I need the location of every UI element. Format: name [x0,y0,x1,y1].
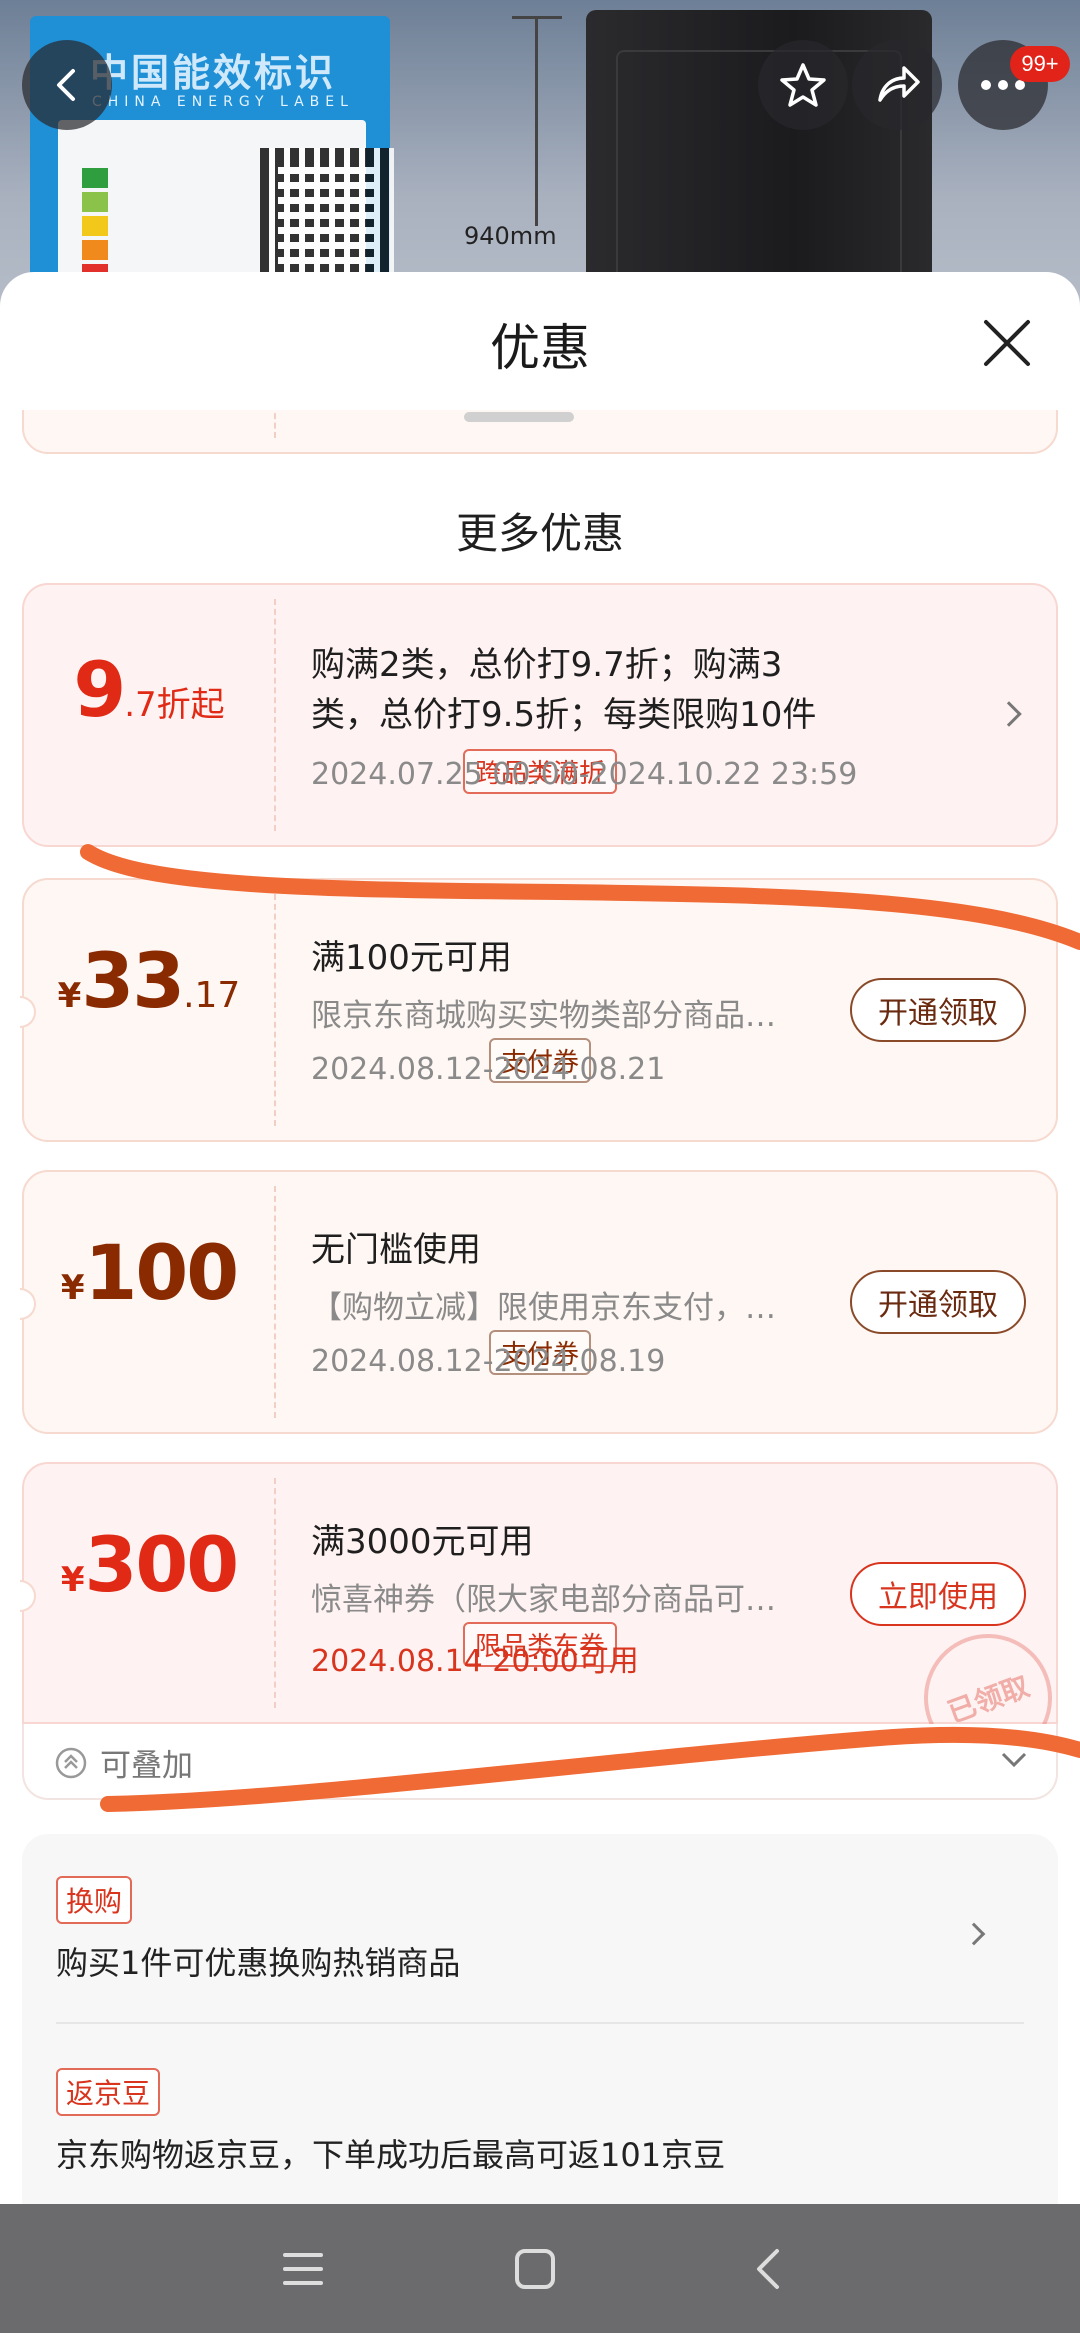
discount-card[interactable]: 9.7折起 跨品类满折 购满2类，总价打9.7折；购满3 类，总价打9.5折；每… [22,583,1058,847]
menu-nav-button[interactable] [268,2234,338,2304]
coupon-title: 无门槛使用 [311,1230,481,1270]
discount-value: 9 [73,645,126,734]
coupon-available-time: 2024.08.14 20:00可用 [311,1644,639,1679]
claim-button[interactable]: 开通领取 [850,1270,1026,1334]
card-divider [274,410,276,438]
coupon-desc: 惊喜神券（限大家电部分商品可… [311,1582,776,1618]
star-icon [780,63,826,107]
back-chevron-icon [757,2249,779,2289]
partial-button [464,412,574,422]
currency-symbol: ¥ [60,1268,85,1308]
card-divider [274,1478,276,1708]
menu-icon [283,2253,323,2285]
coupon-title: 满3000元可用 [311,1522,534,1562]
energy-label-title: 中国能效标识 [90,51,337,95]
trade-up-tag: 换购 [56,1876,133,1924]
energy-grade-bars [82,168,108,288]
chevron-down-icon [1001,1752,1027,1768]
coupon-desc: 【购物立减】限使用京东支付，… [311,1290,776,1326]
coupon-card-partial [22,410,1058,454]
trade-up-text[interactable]: 购买1件可优惠换购热销商品 [56,1938,460,1984]
close-icon[interactable] [978,314,1036,372]
coupon-card: ¥33.17 支付券 满100元可用 限京东商城购买实物类部分商品… 2024.… [20,878,1058,1142]
dimension-label: 940mm [464,222,557,250]
currency-symbol: ¥ [60,1560,85,1600]
coupon-amount: ¥100 [24,1228,274,1317]
coupon-value: 100 [84,1228,240,1317]
coupon-amount: ¥33.17 [24,936,274,1025]
coupon-amount: ¥300 [24,1520,274,1609]
card-divider [274,894,276,1126]
more-promotions-title: 更多优惠 [455,509,624,558]
stackable-label: 可叠加 [100,1748,193,1784]
coupon-desc: 限京东商城购买实物类部分商品… [311,998,776,1034]
card-divider [274,599,276,831]
coupon-title: 满100元可用 [311,938,512,978]
claim-button[interactable]: 开通领取 [850,978,1026,1042]
back-button[interactable] [22,40,112,130]
beans-tag: 返京豆 [56,2068,161,2116]
discount-amount: 9.7折起 [24,645,274,734]
promotions-list[interactable]: 更多优惠 9.7折起 跨品类满折 购满2类，总价打9.7折；购满3 类，总价打9… [0,410,1080,2204]
discount-suffix: .7折起 [124,685,225,725]
notification-badge: 99+ [1010,46,1070,82]
qr-code [260,148,394,282]
sheet-title: 优惠 [490,319,590,377]
stack-icon [55,1747,87,1779]
system-nav-bar [0,2204,1080,2333]
share-button[interactable] [852,40,942,130]
currency-symbol: ¥ [57,976,82,1016]
claimed-stamp-text: 已领取 [943,1669,1034,1730]
coupon-card: ¥100 支付券 无门槛使用 【购物立减】限使用京东支付，… 2024.08.1… [20,1170,1058,1434]
back-nav-button[interactable] [734,2234,804,2304]
home-square-icon [515,2249,555,2289]
share-icon [878,66,920,102]
home-nav-button[interactable] [500,2234,570,2304]
extra-promotions: 换购 购买1件可优惠换购热销商品 返京豆 京东购物返京豆，下单成功后最高可返10… [22,1834,1058,2204]
coupon-value: 300 [84,1520,240,1609]
discount-rule-line2: 类，总价打9.5折；每类限购10件 [311,695,817,735]
coupon-date: 2024.08.12-2024.08.19 [311,1344,666,1379]
chevron-right-icon [996,701,1022,727]
discount-date: 2024.07.25 00:00-2024.10.22 23:59 [311,757,858,792]
use-now-button[interactable]: 立即使用 [850,1562,1026,1626]
coupon-card: ¥300 限品类东券 满3000元可用 惊喜神券（限大家电部分商品可… 2024… [20,1462,1071,1781]
coupon-value-decimal: .17 [183,975,241,1016]
dimension-line [535,16,538,226]
sheet-header: 优惠 [0,272,1080,410]
promotions-sheet: 优惠 更多优惠 9.7折起 跨品类满折 购满2类，总价打9.7折；购满3 类，总… [0,272,1080,2204]
favorite-button[interactable] [758,40,848,130]
chevron-left-icon [57,69,75,101]
card-divider [274,1186,276,1418]
extras-divider [56,2022,1024,2024]
discount-rule-line1: 购满2类，总价打9.7折；购满3 [311,645,783,685]
beans-text: 京东购物返京豆，下单成功后最高可返101京豆 [56,2136,726,2174]
coupon-value: 33 [81,936,185,1025]
screen: 中国能效标识 CHINA ENERGY LABEL 940mm 99+ 优惠 更… [0,0,1080,2333]
chevron-right-icon [962,1922,986,1946]
coupon-date: 2024.08.12-2024.08.21 [311,1052,666,1087]
energy-label-subtitle: CHINA ENERGY LABEL [92,94,354,110]
stackable-row[interactable]: 可叠加 [22,1724,1058,1800]
